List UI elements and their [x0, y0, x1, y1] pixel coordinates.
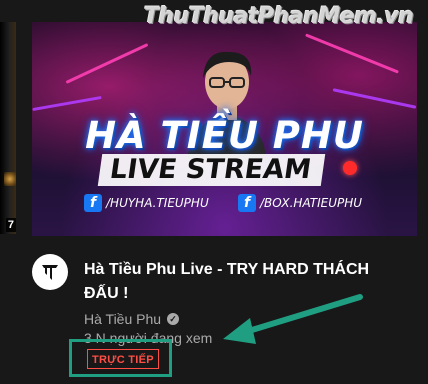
- thumbnail-fragment: [4, 172, 16, 186]
- thumbnail-social-1: f /HUYHA.TIEUPHU: [84, 192, 209, 214]
- facebook-icon: f: [84, 194, 102, 212]
- verified-check-icon: ✓: [167, 313, 180, 325]
- thumbnail-live-stream-label: LIVE STREAM: [97, 154, 326, 186]
- social-handle: /HUYHA.TIEUPHU: [106, 196, 209, 210]
- video-thumbnail[interactable]: HÀ TIỀU PHU LIVE STREAM f /HUYHA.TIEUPHU…: [32, 22, 417, 236]
- social-handle: /BOX.HATIEUPHU: [260, 196, 363, 210]
- duration-badge: 7: [5, 218, 16, 232]
- facebook-icon: f: [238, 194, 256, 212]
- channel-name[interactable]: Hà Tiều Phu: [84, 311, 161, 327]
- video-title[interactable]: Hà Tiều Phu Live - TRY HARD THÁCH ĐẤU !: [84, 258, 384, 306]
- channel-name-row[interactable]: Hà Tiều Phu ✓: [84, 311, 180, 327]
- previous-video-thumbnail[interactable]: 7: [0, 22, 16, 234]
- thumbnail-title: HÀ TIỀU PHU: [85, 114, 364, 157]
- live-badge: TRỰC TIẾP: [87, 349, 159, 369]
- channel-logo-icon: [42, 265, 58, 280]
- channel-avatar[interactable]: [32, 254, 68, 290]
- thumbnail-social-2: f /BOX.HATIEUPHU: [238, 192, 362, 214]
- live-indicator-dot: [343, 161, 357, 175]
